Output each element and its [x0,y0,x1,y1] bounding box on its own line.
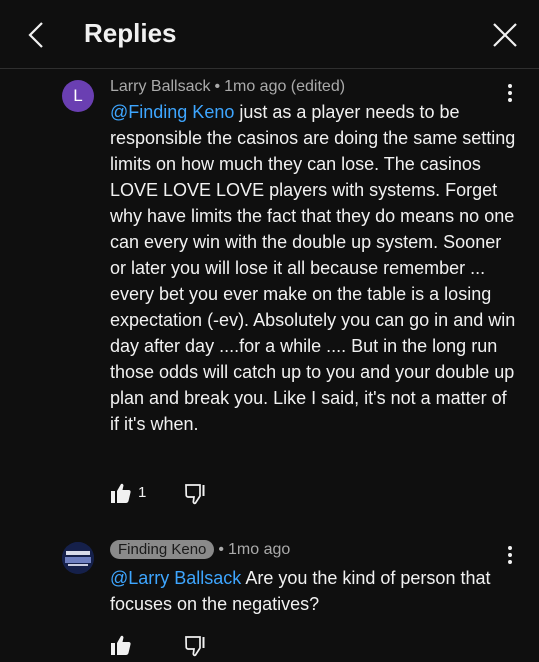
timestamp: 1mo ago (edited) [224,78,346,95]
author-name[interactable]: Larry Ballsack [110,78,210,95]
avatar[interactable] [62,542,94,574]
dislike-button[interactable] [184,635,206,657]
comment-body: just as a player needs to be responsible… [110,102,516,434]
creator-author-chip[interactable]: Finding Keno [110,540,215,559]
like-count: 1 [138,484,147,501]
comment-text: @Larry Ballsack Are you the kind of pers… [110,565,520,617]
close-button[interactable] [490,20,520,50]
back-button[interactable] [22,20,52,50]
separator-dot: • [214,78,221,95]
dislike-button[interactable] [184,483,206,505]
thumbs-down-icon [185,636,205,657]
comment-meta: Finding Keno • 1mo ago [110,540,290,559]
separator-dot: • [218,541,225,558]
timestamp: 1mo ago [228,541,291,558]
mention-link[interactable]: @Larry Ballsack [110,568,241,588]
like-button[interactable] [110,482,132,504]
header-divider [0,68,539,69]
thumbs-down-icon [185,484,205,505]
close-icon [493,23,517,47]
comment-meta: Larry Ballsack • 1mo ago (edited) [110,78,345,96]
thumbs-up-icon [111,483,131,503]
page-title: Replies [84,18,177,48]
channel-avatar-icon [62,542,94,574]
replies-header: Replies [0,0,539,68]
chevron-left-icon [28,22,43,48]
thumbs-up-icon [111,635,131,655]
avatar[interactable]: L [62,80,94,112]
comment-text: @Finding Keno just as a player needs to … [110,99,520,437]
like-button[interactable] [110,634,132,656]
mention-link[interactable]: @Finding Keno [110,102,234,122]
